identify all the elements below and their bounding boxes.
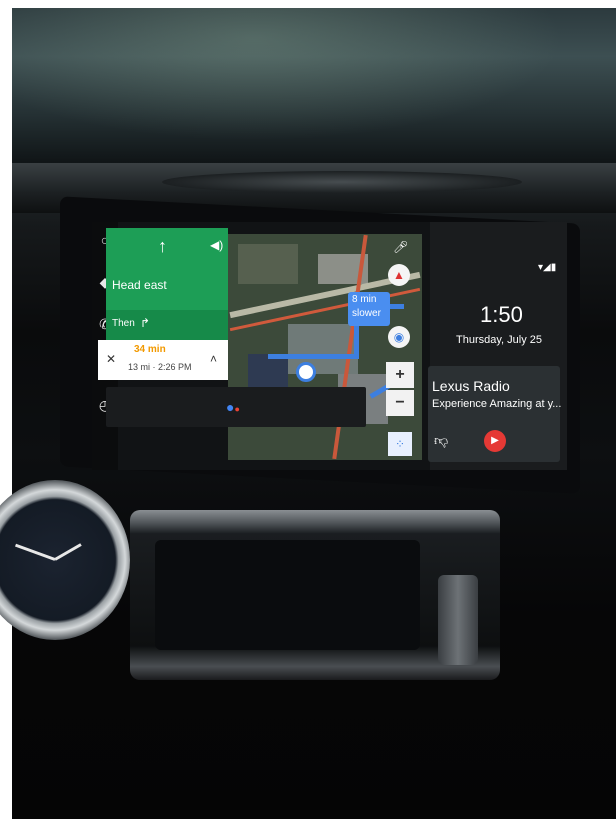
compass-icon[interactable]: ▲ (388, 264, 410, 286)
traffic-delay-badge: 8 min (352, 294, 377, 305)
traffic-delay-badge-sub: slower (352, 308, 381, 319)
overview-icon[interactable]: ⁘ (388, 432, 412, 456)
media-title: Lexus Radio (432, 378, 510, 394)
air-vent (155, 540, 420, 650)
close-icon[interactable]: ✕ (106, 352, 116, 366)
assistant-bar[interactable]: ●● (106, 387, 366, 427)
status-date: Thursday, July 25 (456, 334, 543, 346)
android-auto-screen: ○ ◆ ✆ ∩ ◴ 8 min slower ▲ ◉ + − ⁘ 🎤︎ ↑ ◀︎… (92, 222, 567, 470)
status-signal-icon: ▾◢▮ (538, 262, 557, 273)
current-location-marker (296, 362, 316, 382)
assistant-dots-icon[interactable]: ●● (226, 399, 240, 415)
eta-card[interactable]: ✕ 34 min 13 mi · 2:26 PM ˄ (98, 340, 228, 380)
dashboard-ridge (162, 171, 522, 193)
then-label: Then (112, 318, 135, 329)
play-icon[interactable]: ▶ (484, 430, 506, 452)
thumbs-down-icon[interactable]: 👎︎ (434, 432, 448, 449)
volume-icon[interactable]: ◀︎) (210, 238, 223, 252)
vent-knob (438, 575, 478, 665)
direction-text: Head east (112, 278, 167, 292)
up-arrow-icon: ↑ (158, 236, 167, 256)
zoom-in-button[interactable]: + (386, 362, 414, 388)
chevron-up-icon[interactable]: ˄ (210, 352, 217, 366)
recenter-icon[interactable]: ◉ (388, 326, 410, 348)
media-subtitle: Experience Amazing at y... (432, 398, 562, 410)
direction-card[interactable]: ↑ ◀︎) Head east Then ↱ (106, 228, 228, 340)
then-row: Then ↱ (106, 310, 228, 340)
status-time: 1:50 (480, 302, 523, 327)
eta-minutes: 34 min (134, 344, 166, 355)
mic-icon[interactable]: 🎤︎ (393, 240, 408, 254)
zoom-out-button[interactable]: − (386, 390, 414, 416)
eta-details: 13 mi · 2:26 PM (128, 362, 192, 372)
windshield-blur (12, 8, 616, 158)
turn-right-icon: ↱ (140, 316, 151, 330)
media-card[interactable]: Lexus Radio Experience Amazing at y... 👎… (428, 366, 562, 462)
